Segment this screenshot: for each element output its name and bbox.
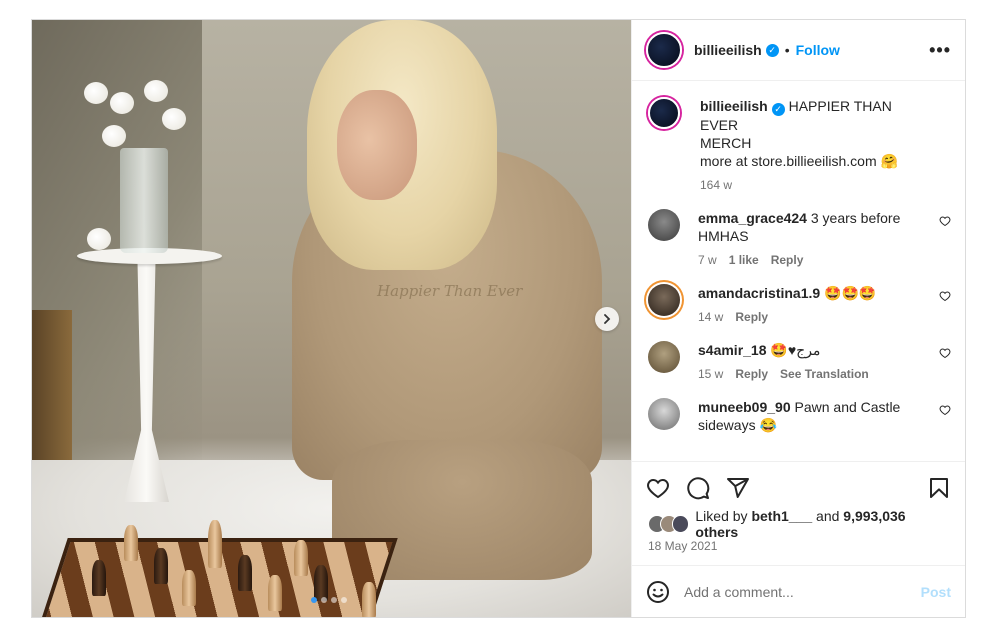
chess-piece (238, 555, 252, 591)
next-photo-button[interactable] (595, 307, 619, 331)
comment-time[interactable]: 15 w (698, 367, 723, 381)
photo-vase (120, 148, 168, 253)
comments-list[interactable]: billieeilish ✓ HAPPIER THAN EVER MERCH mo… (632, 81, 965, 461)
post-comment-button[interactable]: Post (921, 584, 951, 600)
carousel-dot (331, 597, 337, 603)
header-separator: • (784, 42, 790, 58)
reply-button[interactable]: Reply (735, 367, 768, 381)
photo-flower (110, 92, 134, 114)
comment-likes[interactable]: 1 like (729, 253, 759, 267)
comment-item: muneeb09_90 Pawn and Castle sideways 😂 (648, 397, 951, 434)
reply-button[interactable]: Reply (735, 310, 768, 324)
photo-flower (84, 82, 108, 104)
verified-badge-icon: ✓ (765, 43, 779, 57)
caption-line3: more at store.billieeilish.com 🤗 (700, 152, 898, 169)
liker-avatar (671, 515, 690, 533)
chess-piece (294, 540, 308, 576)
liked-by-user[interactable]: beth1___ (751, 508, 812, 524)
post-actions-bar (632, 461, 965, 513)
like-comment-heart-icon[interactable] (939, 290, 951, 302)
chess-piece (268, 575, 282, 611)
photo-flower (144, 80, 168, 102)
carousel-dot (321, 597, 327, 603)
see-translation-button[interactable]: See Translation (780, 367, 869, 381)
comment-time[interactable]: 7 w (698, 253, 717, 267)
chess-piece (124, 525, 138, 561)
like-comment-heart-icon[interactable] (939, 347, 951, 359)
photo-flower (87, 228, 111, 250)
chess-piece (208, 520, 222, 568)
photo-flower (102, 125, 126, 147)
follow-button[interactable]: Follow (796, 42, 840, 58)
comment-item: emma_grace424 3 years before HMHAS 7 w 1… (648, 208, 951, 267)
carousel-dot (311, 597, 317, 603)
emoji-icon[interactable] (646, 580, 670, 604)
chess-piece (362, 582, 376, 617)
author-avatar[interactable] (646, 32, 682, 68)
instagram-post: Happier Than Ever billieeilish ✓ • Follo… (31, 19, 966, 618)
caption: billieeilish ✓ HAPPIER THAN EVER MERCH mo… (648, 97, 951, 192)
comment-username[interactable]: emma_grace424 (698, 210, 807, 226)
caption-avatar[interactable] (648, 97, 680, 129)
save-bookmark-icon[interactable] (927, 476, 951, 500)
comment-username[interactable]: amandacristina1.9 (698, 285, 820, 301)
comment-text: 🤩🤩🤩 (824, 284, 877, 301)
comment-bubble-icon[interactable] (686, 476, 710, 500)
more-options-icon[interactable]: ••• (929, 40, 951, 61)
post-date[interactable]: 18 May 2021 (632, 535, 965, 565)
add-comment-bar: Post (632, 565, 965, 617)
hoodie-print: Happier Than Ever (377, 282, 523, 300)
post-photo[interactable]: Happier Than Ever (32, 20, 631, 617)
comment-username[interactable]: s4amir_18 (698, 342, 767, 358)
comment-input[interactable] (684, 583, 921, 600)
comment-item: s4amir_18 🤩♥مرج 15 w Reply See Translati… (648, 340, 951, 381)
chess-piece (314, 565, 328, 601)
chess-piece (182, 570, 196, 606)
like-comment-heart-icon[interactable] (939, 215, 951, 227)
share-paper-plane-icon[interactable] (726, 476, 750, 500)
post-side-panel: billieeilish ✓ • Follow ••• billieeilish… (631, 20, 965, 617)
photo-flower (162, 108, 186, 130)
caption-time[interactable]: 164 w (700, 178, 732, 192)
carousel-dot (341, 597, 347, 603)
reply-button[interactable]: Reply (771, 253, 804, 267)
post-header: billieeilish ✓ • Follow ••• (632, 20, 965, 81)
commenter-avatar[interactable] (648, 397, 680, 430)
verified-badge-icon: ✓ (771, 102, 785, 116)
comment-username[interactable]: muneeb09_90 (698, 399, 791, 415)
comment-text: 🤩♥مرج (770, 341, 821, 358)
comment-time[interactable]: 14 w (698, 310, 723, 324)
like-comment-heart-icon[interactable] (939, 404, 951, 416)
caption-username[interactable]: billieeilish (700, 98, 768, 114)
commenter-avatar[interactable] (648, 283, 680, 316)
commenter-avatar[interactable] (648, 340, 680, 373)
comment-item: amandacristina1.9 🤩🤩🤩 14 w Reply (648, 283, 951, 324)
commenter-avatar[interactable] (648, 208, 680, 241)
like-heart-icon[interactable] (646, 476, 670, 500)
chess-piece (154, 548, 168, 584)
author-username[interactable]: billieeilish (694, 42, 762, 58)
liked-by-prefix: Liked by (695, 508, 748, 524)
carousel-indicator (311, 597, 347, 603)
chess-piece (92, 560, 106, 596)
likes-summary: Liked by beth1___ and 9,993,036 others (632, 508, 965, 540)
caption-line2: MERCH (700, 134, 752, 151)
photo-face (337, 90, 417, 200)
liked-by-and: and (816, 508, 840, 524)
chevron-right-icon (604, 314, 611, 324)
